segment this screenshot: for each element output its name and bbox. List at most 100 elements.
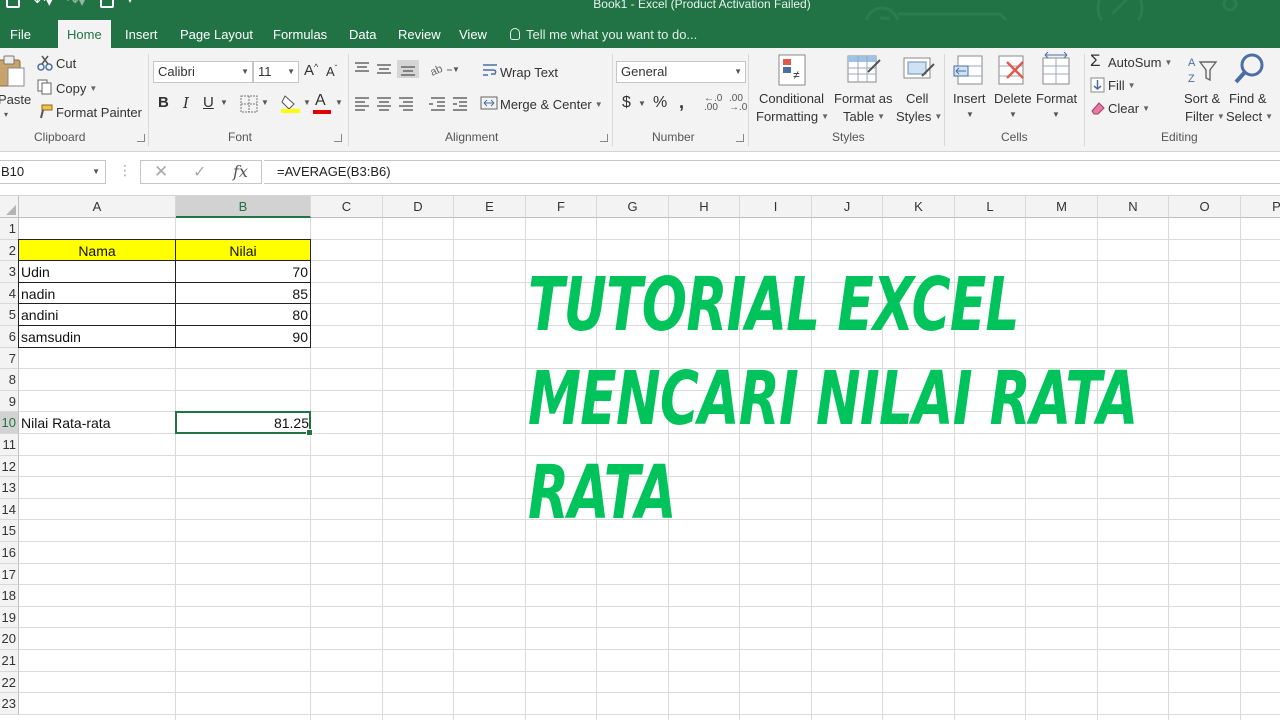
format-dropdown-icon[interactable]: ▼ — [1052, 110, 1060, 119]
format-cells-button[interactable]: Format — [1036, 91, 1077, 106]
insert-cells-button[interactable]: Insert — [953, 91, 986, 106]
column-header-l[interactable]: L — [955, 196, 1026, 218]
row-header-9[interactable]: 9 — [0, 390, 19, 413]
row-header-18[interactable]: 18 — [0, 585, 19, 607]
tab-formulas[interactable]: Formulas — [273, 20, 327, 48]
column-header-a[interactable]: A — [19, 196, 176, 218]
format-painter-button[interactable]: Format Painter — [56, 105, 142, 120]
row-header-21[interactable]: 21 — [0, 650, 19, 672]
row-header-10[interactable]: 10 — [0, 412, 19, 434]
cell-a10-summary-label[interactable]: Nilai Rata-rata — [19, 412, 176, 434]
conditional-formatting-button[interactable]: Formatting ▼ — [756, 109, 829, 124]
sort-filter-button[interactable]: Filter ▼ — [1185, 109, 1225, 124]
select-all-corner[interactable] — [0, 196, 19, 218]
italic-button[interactable]: I — [183, 94, 189, 112]
insert-function-icon[interactable]: fx — [233, 162, 248, 181]
increase-font-size-icon[interactable]: A^ — [304, 62, 318, 79]
wrap-text-button[interactable]: Wrap Text — [500, 65, 558, 80]
column-header-b[interactable]: B — [176, 196, 311, 218]
formula-input[interactable]: =AVERAGE(B3:B6) — [264, 160, 1280, 184]
conditional-formatting-label-1[interactable]: Conditional — [759, 91, 824, 106]
cell-name[interactable]: nadin — [18, 281, 176, 305]
increase-decimal-icon[interactable]: ←.0.00 — [704, 94, 722, 113]
alignment-launcher-icon[interactable] — [600, 134, 608, 142]
currency-dropdown-icon[interactable]: ▼ — [638, 99, 646, 108]
format-as-table-button[interactable]: Table ▼ — [843, 109, 885, 124]
cell-name[interactable]: Udin — [18, 260, 176, 283]
tab-review[interactable]: Review — [398, 20, 441, 48]
column-header-d[interactable]: D — [383, 196, 454, 218]
column-header-h[interactable]: H — [669, 196, 740, 218]
cell-a2-header[interactable]: Nama — [18, 238, 176, 262]
borders-icon[interactable] — [240, 95, 258, 113]
underline-dropdown-icon[interactable]: ▼ — [220, 98, 228, 107]
row-header-4[interactable]: 4 — [0, 282, 19, 305]
cell-b2-header[interactable]: Nilai — [175, 238, 311, 262]
find-select-label-1[interactable]: Find & — [1229, 91, 1267, 106]
row-header-23[interactable]: 23 — [0, 693, 19, 715]
cell-value[interactable]: 80 — [175, 303, 311, 326]
font-name-select[interactable]: Calibri ▼ — [153, 61, 253, 83]
underline-button[interactable]: U — [203, 94, 214, 111]
orientation-dropdown-icon[interactable]: ▼ — [452, 65, 460, 74]
column-header-g[interactable]: G — [597, 196, 669, 218]
cell-styles-button[interactable]: Styles ▼ — [896, 109, 942, 124]
copy-button[interactable]: Copy ▼ — [56, 81, 97, 96]
row-header-15[interactable]: 15 — [0, 520, 19, 542]
tab-view[interactable]: View — [459, 20, 487, 48]
confirm-entry-icon[interactable]: ✓ — [193, 162, 206, 182]
tab-page-layout[interactable]: Page Layout — [180, 20, 253, 48]
decrease-decimal-icon[interactable]: .00 →.0 — [729, 94, 747, 113]
row-header-1[interactable]: 1 — [0, 218, 19, 240]
column-header-o[interactable]: O — [1169, 196, 1241, 218]
column-header-m[interactable]: M — [1026, 196, 1098, 218]
delete-dropdown-icon[interactable]: ▼ — [1009, 110, 1017, 119]
tell-me-search[interactable]: Tell me what you want to do... — [510, 20, 697, 48]
row-header-6[interactable]: 6 — [0, 326, 19, 348]
tab-home[interactable]: Home — [58, 20, 111, 48]
paste-button[interactable]: Paste — [0, 92, 31, 107]
tab-data[interactable]: Data — [349, 20, 376, 48]
delete-cells-button[interactable]: Delete — [994, 91, 1032, 106]
name-box[interactable]: B10 ▼ — [0, 160, 106, 184]
cell-value[interactable]: 70 — [175, 260, 311, 283]
row-header-20[interactable]: 20 — [0, 628, 19, 650]
column-header-i[interactable]: I — [740, 196, 812, 218]
row-header-16[interactable]: 16 — [0, 542, 19, 564]
row-header-5[interactable]: 5 — [0, 304, 19, 326]
insert-dropdown-icon[interactable]: ▼ — [966, 110, 974, 119]
row-header-14[interactable]: 14 — [0, 498, 19, 521]
number-launcher-icon[interactable] — [736, 134, 744, 142]
row-header-22[interactable]: 22 — [0, 671, 19, 694]
cell-value[interactable]: 85 — [175, 281, 311, 305]
column-header-f[interactable]: F — [526, 196, 597, 218]
fill-button[interactable]: Fill ▼ — [1108, 78, 1136, 93]
tab-insert[interactable]: Insert — [125, 20, 158, 48]
row-header-7[interactable]: 7 — [0, 347, 19, 370]
row-header-3[interactable]: 3 — [0, 261, 19, 283]
active-cell-selection[interactable] — [175, 411, 313, 436]
row-header-11[interactable]: 11 — [0, 434, 19, 456]
column-header-e[interactable]: E — [454, 196, 526, 218]
column-header-c[interactable]: C — [311, 196, 383, 218]
cell-name[interactable]: samsudin — [18, 325, 176, 348]
row-header-2[interactable]: 2 — [0, 239, 19, 262]
cancel-entry-icon[interactable]: ✕ — [154, 162, 168, 182]
cell-styles-label-1[interactable]: Cell — [906, 91, 928, 106]
font-color-dropdown-icon[interactable]: ▼ — [335, 98, 343, 107]
fill-color-dropdown-icon[interactable]: ▼ — [303, 98, 311, 107]
formula-bar-grip-icon[interactable]: ⋮ — [118, 162, 132, 179]
currency-button[interactable]: $ — [622, 94, 631, 112]
row-header-13[interactable]: 13 — [0, 477, 19, 499]
borders-dropdown-icon[interactable]: ▼ — [261, 98, 269, 107]
find-select-button[interactable]: Select ▼ — [1226, 109, 1273, 124]
column-header-j[interactable]: J — [812, 196, 883, 218]
clear-button[interactable]: Clear ▼ — [1108, 101, 1150, 116]
merge-center-button[interactable]: Merge & Center ▼ — [500, 97, 603, 112]
fill-color-icon[interactable] — [280, 92, 302, 114]
number-format-select[interactable]: General ▼ — [616, 61, 746, 83]
row-header-17[interactable]: 17 — [0, 563, 19, 586]
paste-icon[interactable] — [0, 54, 26, 88]
font-color-icon[interactable]: A — [315, 92, 326, 110]
cell-name[interactable]: andini — [18, 303, 176, 326]
